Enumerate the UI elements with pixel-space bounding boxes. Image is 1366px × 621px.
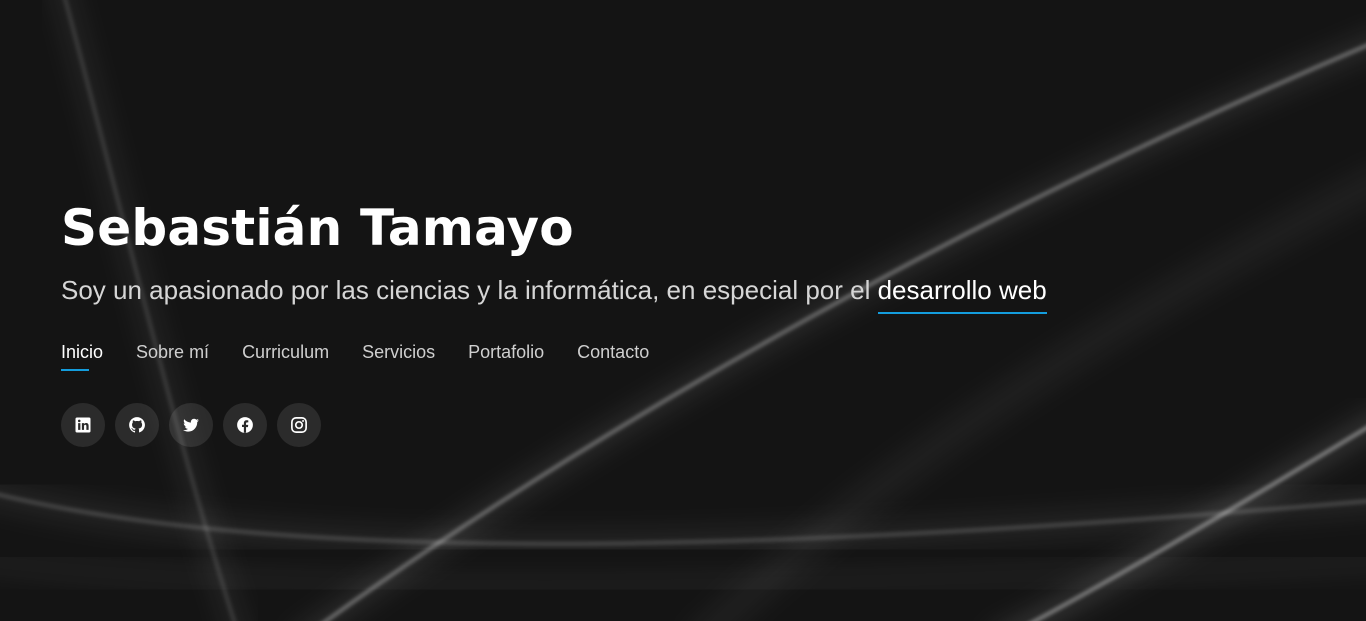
hero-tagline: Soy un apasionado por las ciencias y la … (61, 270, 1261, 314)
hero-section: Sebastián Tamayo Soy un apasionado por l… (0, 0, 1366, 621)
hero-name: Sebastián Tamayo (61, 199, 574, 257)
main-nav: Inicio Sobre mí Curriculum Servicios Por… (61, 342, 1261, 371)
twitter-icon (183, 418, 199, 432)
social-links (61, 403, 1261, 447)
github-link[interactable] (115, 403, 159, 447)
tagline-text: Soy un apasionado por las ciencias y la … (61, 275, 878, 305)
linkedin-link[interactable] (61, 403, 105, 447)
github-icon (129, 417, 145, 433)
nav-item-inicio[interactable]: Inicio (61, 342, 103, 371)
tagline-highlight: desarrollo web (877, 270, 1047, 314)
twitter-link[interactable] (169, 403, 213, 447)
instagram-link[interactable] (277, 403, 321, 447)
nav-item-portafolio[interactable]: Portafolio (468, 342, 544, 371)
hero-content: Sebastián Tamayo Soy un apasionado por l… (61, 192, 1261, 447)
nav-item-sobre-mi[interactable]: Sobre mí (136, 342, 209, 371)
facebook-link[interactable] (223, 403, 267, 447)
nav-item-curriculum[interactable]: Curriculum (242, 342, 329, 371)
nav-item-servicios[interactable]: Servicios (362, 342, 435, 371)
facebook-icon (237, 417, 253, 433)
linkedin-icon (75, 417, 91, 433)
instagram-icon (291, 417, 307, 433)
nav-item-contacto[interactable]: Contacto (577, 342, 649, 371)
